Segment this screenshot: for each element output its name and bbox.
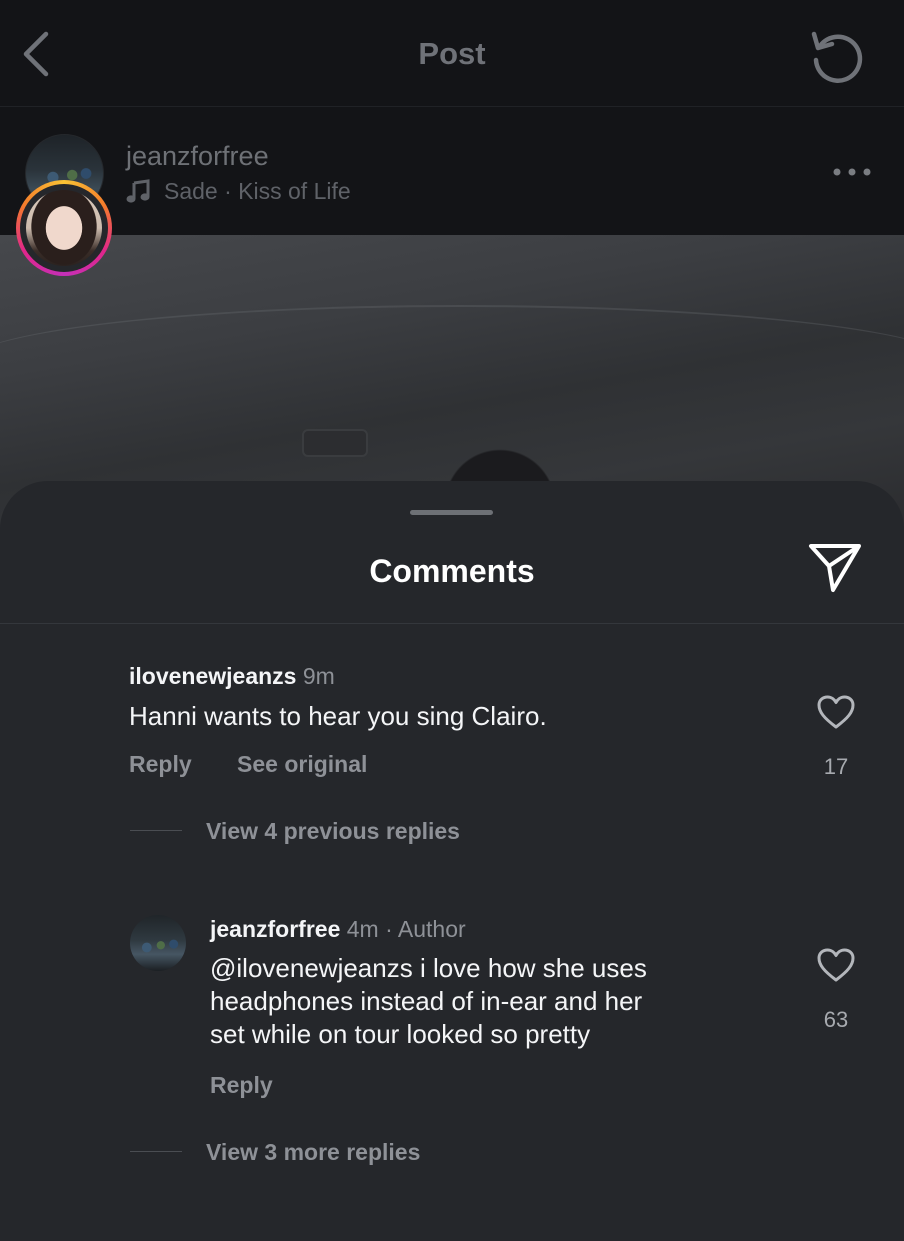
post-music[interactable]: Sade · Kiss of Life [126, 178, 351, 205]
sheet-title: Comments [369, 553, 535, 589]
comment-user-name[interactable]: jeanzforfree [210, 916, 340, 942]
view-more-replies-button[interactable]: View 3 more replies [206, 1139, 420, 1166]
comment-time: 9m [302, 663, 335, 689]
thread-line [130, 830, 182, 831]
sheet-grabber[interactable] [410, 510, 493, 515]
post-username[interactable]: jeanzforfree [126, 141, 269, 172]
photo-detail [302, 429, 368, 457]
music-label: Sade · Kiss of Life [164, 178, 351, 204]
comment-text: Hanni wants to hear you sing Clairo. [129, 701, 547, 731]
post-header: jeanzforfree Sade · Kiss of Life [0, 107, 904, 235]
send-icon[interactable] [805, 540, 865, 596]
heart-icon[interactable] [816, 947, 856, 983]
more-horizontal-icon[interactable] [832, 167, 872, 177]
avatar[interactable] [130, 915, 186, 971]
refresh-icon[interactable] [806, 26, 866, 84]
comment-text: @ilovenewjeanzs i love how she uses head… [210, 952, 647, 1051]
ring-inner [20, 184, 108, 272]
comment-line: headphones instead of in-ear and her [210, 986, 643, 1016]
view-previous-replies-button[interactable]: View 4 previous replies [206, 818, 460, 845]
like-count: 63 [823, 1007, 849, 1032]
author-tag: · Author [385, 916, 466, 942]
divider [0, 623, 904, 624]
see-original-button[interactable]: See original [237, 751, 367, 778]
comment-user-name[interactable]: ilovenewjeanzs [129, 663, 296, 689]
comment-username[interactable]: jeanzforfree 4m · Author [210, 916, 466, 943]
comment-line: @ilovenewjeanzs i love how she uses [210, 953, 647, 983]
heart-icon[interactable] [816, 694, 856, 730]
photo-detail [0, 305, 904, 427]
thread-line [130, 1151, 182, 1152]
reply-button[interactable]: Reply [210, 1072, 273, 1099]
music-note-icon [126, 178, 150, 203]
comments-sheet: Comments [0, 481, 904, 1241]
top-bar: Post [0, 0, 904, 106]
comment-username[interactable]: ilovenewjeanzs 9m [129, 663, 335, 690]
avatar [26, 190, 102, 266]
comment-line: set while on tour looked so pretty [210, 1019, 591, 1049]
page-title: Post [418, 36, 486, 71]
like-count: 17 [823, 754, 849, 779]
reply-button[interactable]: Reply [129, 751, 192, 778]
comment-time: 4m [346, 916, 379, 942]
story-ring[interactable] [16, 180, 112, 276]
